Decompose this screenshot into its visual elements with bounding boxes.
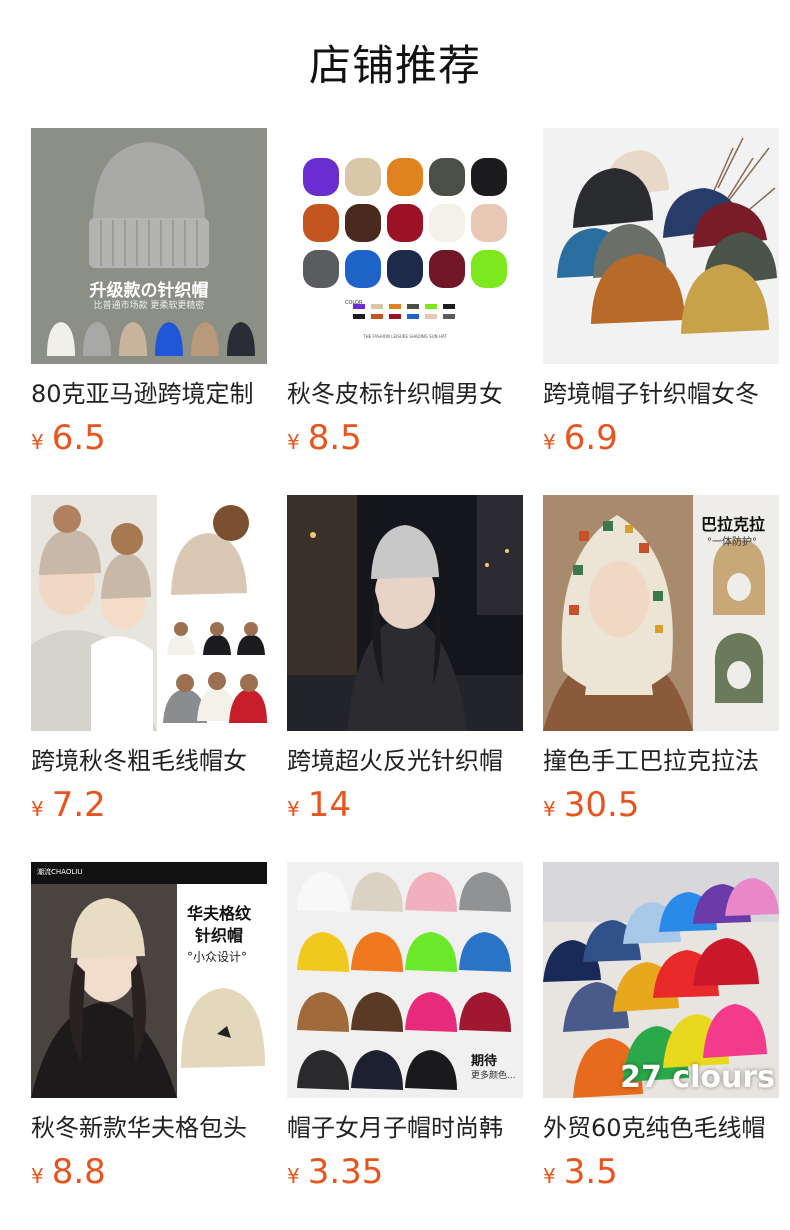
product-card-6[interactable]: 巴拉克拉 °一体防护° 撞色手工巴拉克拉法 ¥30.5 [543, 495, 779, 835]
product-image-1-art [31, 128, 267, 364]
product-title-7[interactable]: 秋冬新款华夫格包头 [31, 1110, 267, 1146]
currency-symbol: ¥ [287, 797, 300, 821]
product-price-2: ¥8.5 [287, 416, 362, 460]
currency-symbol: ¥ [287, 1164, 300, 1188]
product-title-1[interactable]: 80克亚马逊跨境定制 [31, 376, 267, 412]
product-image-2[interactable]: COLOR THE FASHION LEISURE SHADING SUN HA… [287, 128, 523, 364]
product-image-4-art [31, 495, 267, 731]
currency-symbol: ¥ [31, 1164, 44, 1188]
product-price-1: ¥6.5 [31, 416, 106, 460]
page-title: 店铺推荐 [308, 41, 481, 90]
product-card-5[interactable]: 跨境超火反光针织帽 ¥14 [287, 495, 523, 835]
product-title-6[interactable]: 撞色手工巴拉克拉法 [543, 743, 779, 779]
product-title-4[interactable]: 跨境秋冬粗毛线帽女 [31, 743, 267, 779]
currency-symbol: ¥ [31, 797, 44, 821]
product-image-7-art [31, 862, 267, 1098]
product-image-7[interactable]: 潮流CHAOLIU 华夫格纹 针织帽 °小众设计° [31, 862, 267, 1098]
product-price-9: ¥3.5 [543, 1150, 618, 1194]
product-card-2[interactable]: COLOR THE FASHION LEISURE SHADING SUN HA… [287, 128, 523, 468]
product-card-3[interactable]: 跨境帽子针织帽女冬 ¥6.9 [543, 128, 779, 468]
price-amount: 7.2 [51, 785, 106, 825]
price-amount: 3.35 [307, 1152, 384, 1192]
price-amount: 14 [307, 785, 351, 825]
price-amount: 8.5 [307, 418, 362, 458]
product-title-2[interactable]: 秋冬皮标针织帽男女 [287, 376, 523, 412]
product-image-9[interactable]: 27 clours [543, 862, 779, 1098]
price-amount: 30.5 [563, 785, 640, 825]
currency-symbol: ¥ [287, 430, 300, 454]
product-price-6: ¥30.5 [543, 783, 639, 827]
currency-symbol: ¥ [543, 430, 556, 454]
product-image-1[interactable]: 升级款の针织帽 比普通市场款 更柔软更精密 [31, 128, 267, 364]
currency-symbol: ¥ [31, 430, 44, 454]
product-image-8-art [287, 862, 523, 1098]
product-image-4[interactable] [31, 495, 267, 731]
price-amount: 6.9 [563, 418, 618, 458]
product-card-8[interactable]: 期待 更多颜色... 帽子女月子帽时尚韩 ¥3.35 [287, 862, 523, 1202]
product-price-5: ¥14 [287, 783, 351, 827]
product-card-4[interactable]: 跨境秋冬粗毛线帽女 ¥7.2 [31, 495, 267, 835]
price-amount: 8.8 [51, 1152, 106, 1192]
product-image-5[interactable] [287, 495, 523, 731]
product-title-3[interactable]: 跨境帽子针织帽女冬 [543, 376, 779, 412]
product-image-9-art [543, 862, 779, 1098]
product-title-9[interactable]: 外贸60克纯色毛线帽 [543, 1110, 779, 1146]
product-card-9[interactable]: 27 clours 外贸60克纯色毛线帽 ¥3.5 [543, 862, 779, 1202]
price-amount: 3.5 [563, 1152, 618, 1192]
product-image-6[interactable]: 巴拉克拉 °一体防护° [543, 495, 779, 731]
product-price-7: ¥8.8 [31, 1150, 106, 1194]
product-image-6-art [543, 495, 779, 731]
product-image-3[interactable] [543, 128, 779, 364]
price-amount: 6.5 [51, 418, 106, 458]
product-price-3: ¥6.9 [543, 416, 618, 460]
product-price-8: ¥3.35 [287, 1150, 383, 1194]
product-price-4: ¥7.2 [31, 783, 106, 827]
product-image-5-art [287, 495, 523, 731]
product-image-2-art [287, 128, 523, 364]
product-title-5[interactable]: 跨境超火反光针织帽 [287, 743, 523, 779]
currency-symbol: ¥ [543, 1164, 556, 1188]
currency-symbol: ¥ [543, 797, 556, 821]
product-image-3-art [543, 128, 779, 364]
product-card-7[interactable]: 潮流CHAOLIU 华夫格纹 针织帽 °小众设计° 秋冬新款华夫格包头 ¥8.8 [31, 862, 267, 1202]
product-card-1[interactable]: 升级款の针织帽 比普通市场款 更柔软更精密 80克亚马逊跨境定制 ¥6.5 [31, 128, 267, 468]
product-image-8[interactable]: 期待 更多颜色... [287, 862, 523, 1098]
product-title-8[interactable]: 帽子女月子帽时尚韩 [287, 1110, 523, 1146]
